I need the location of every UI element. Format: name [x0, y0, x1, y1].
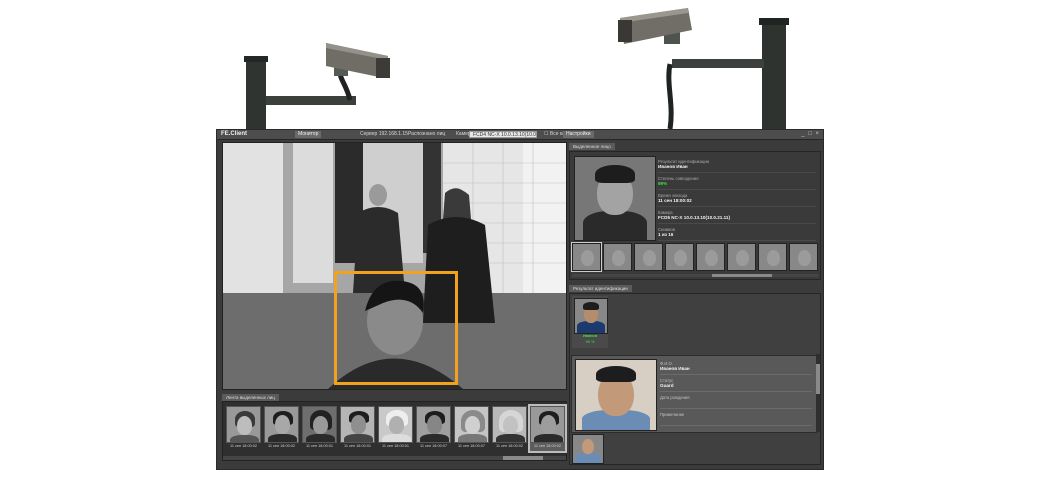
- monitor-button[interactable]: Монитор: [295, 131, 322, 138]
- frame-thumbnail[interactable]: [758, 243, 787, 271]
- face-timestamp: 11 сен 18:00:07: [420, 444, 447, 448]
- fio-value: Иванов Иван: [660, 366, 812, 375]
- frame-thumbnail[interactable]: [603, 243, 632, 271]
- scrollbar-thumb[interactable]: [816, 364, 820, 394]
- app-logo: FE.Client: [221, 131, 248, 137]
- cctv-camera-left-illustration: [238, 38, 398, 133]
- birth-date-value: [660, 400, 812, 409]
- top-toolbar: FE.Client Монитор Сервер 192.168.1.15 Ра…: [217, 130, 823, 140]
- frame-thumbnail[interactable]: [665, 243, 694, 271]
- match-degree-value: 99%: [658, 181, 816, 190]
- face-timestamp: 11 сен 18:00:02: [496, 444, 523, 448]
- face-thumbnail[interactable]: 11 сен 18:00:07: [416, 406, 451, 451]
- notes-value: [660, 417, 812, 426]
- frame-thumbnail[interactable]: [727, 243, 756, 271]
- frame-thumbnail[interactable]: [789, 243, 818, 271]
- frame-thumbnail[interactable]: [571, 242, 602, 272]
- scrollbar-thumb[interactable]: [712, 274, 772, 277]
- face-timestamp: 11 сен 18:00:07: [458, 444, 485, 448]
- face-thumbnail[interactable]: 11 сен 18:00:01: [302, 406, 337, 451]
- selected-face-panel-label: Выделенное лицо: [569, 143, 615, 150]
- match-name: Иванов: [582, 334, 598, 338]
- result-value: Иванов Иван: [658, 164, 816, 173]
- face-thumbnail[interactable]: 11 сен 18:00:02: [226, 406, 261, 451]
- face-timestamp: 11 сен 18:00:02: [268, 444, 295, 448]
- status-value: Guard: [660, 383, 812, 392]
- face-recognition-app-window: FE.Client Монитор Сервер 192.168.1.15 Ра…: [216, 129, 824, 470]
- camera-select[interactable]: FCD4 NC-X 10.0.13.10(10.0.21.11): [469, 131, 537, 138]
- face-thumbnail-image: [454, 406, 489, 443]
- face-thumbnail[interactable]: 11 сен 18:00:02: [264, 406, 299, 451]
- scrollbar-thumb[interactable]: [503, 456, 543, 460]
- person-mini-thumbnail[interactable]: [572, 434, 604, 464]
- video-feed[interactable]: [222, 142, 567, 390]
- frames-scrollbar[interactable]: [572, 274, 818, 277]
- frames-value: 1 из 16: [658, 232, 816, 241]
- identification-vertical-scrollbar[interactable]: [816, 354, 820, 432]
- match-card[interactable]: Иванов 99 %: [572, 296, 608, 348]
- face-thumbnail-image: [264, 406, 299, 443]
- episode-time-value: 11 сен 18:00:02: [658, 198, 816, 207]
- detected-faces-strip-label: Лента выделенных лиц: [222, 394, 279, 401]
- selected-face-info: Результат идентификации Иванов Иван Степ…: [658, 156, 816, 241]
- face-thumbnail[interactable]: 11 сен 18:00:07: [454, 406, 489, 451]
- frame-thumbnail[interactable]: [696, 243, 725, 271]
- face-timestamp: 11 сен 18:00:01: [382, 444, 409, 448]
- match-photo: [574, 298, 608, 334]
- selected-face-frames-strip: [571, 242, 818, 277]
- server-label: Сервер 192.168.1.15: [360, 131, 408, 137]
- cctv-camera-right-illustration: [612, 4, 802, 132]
- identification-panel: Иванов 99 % Ф.И.О. Иванов Иван Статус Gu…: [569, 293, 821, 465]
- camera-info-value: FCD5 NC-X 10.0.13.10(10.0.21.11): [658, 215, 816, 224]
- identification-panel-label: Результат идентификации: [569, 285, 632, 292]
- detected-faces-strip: 11 сен 18:00:02 11 сен 18:00:02 11 сен 1…: [222, 401, 567, 461]
- person-photo: [575, 359, 657, 431]
- strip-horizontal-scrollbar[interactable]: [223, 456, 566, 460]
- frame-thumbnail[interactable]: [634, 243, 663, 271]
- face-timestamp: 11 сен 18:00:02: [534, 444, 561, 448]
- face-thumbnail[interactable]: 11 сен 18:00:01: [378, 406, 413, 451]
- selected-face-panel: Результат идентификации Иванов Иван Степ…: [569, 151, 821, 280]
- person-info: Ф.И.О. Иванов Иван Статус Guard Дата рож…: [660, 358, 812, 426]
- face-thumbnail[interactable]: 11 сен 18:00:02: [492, 406, 527, 451]
- face-timestamp: 11 сен 18:00:02: [230, 444, 257, 448]
- face-thumbnail-image: [340, 406, 375, 443]
- face-thumbnail-image: [492, 406, 527, 443]
- face-timestamp: 11 сен 18:00:01: [344, 444, 371, 448]
- settings-button[interactable]: Настройки: [563, 131, 594, 138]
- recognized-faces-label: Распознано лиц: [408, 131, 446, 137]
- face-thumbnail-image: [416, 406, 451, 443]
- face-thumbnail-image: [226, 406, 261, 443]
- window-controls[interactable]: _ □ ×: [801, 131, 820, 137]
- face-thumbnail-image: [378, 406, 413, 443]
- face-thumbnail-image: [302, 406, 337, 443]
- face-thumbnail-selected[interactable]: 11 сен 18:00:02: [528, 404, 567, 453]
- match-percent: 99 %: [585, 340, 595, 344]
- face-timestamp: 11 сен 18:00:01: [306, 444, 333, 448]
- face-detection-box: [334, 271, 458, 385]
- person-detail-card: Ф.И.О. Иванов Иван Статус Guard Дата рож…: [571, 355, 817, 433]
- face-thumbnail[interactable]: 11 сен 18:00:01: [340, 406, 375, 451]
- selected-face-image: [574, 156, 656, 241]
- face-thumbnail-image: [530, 406, 565, 443]
